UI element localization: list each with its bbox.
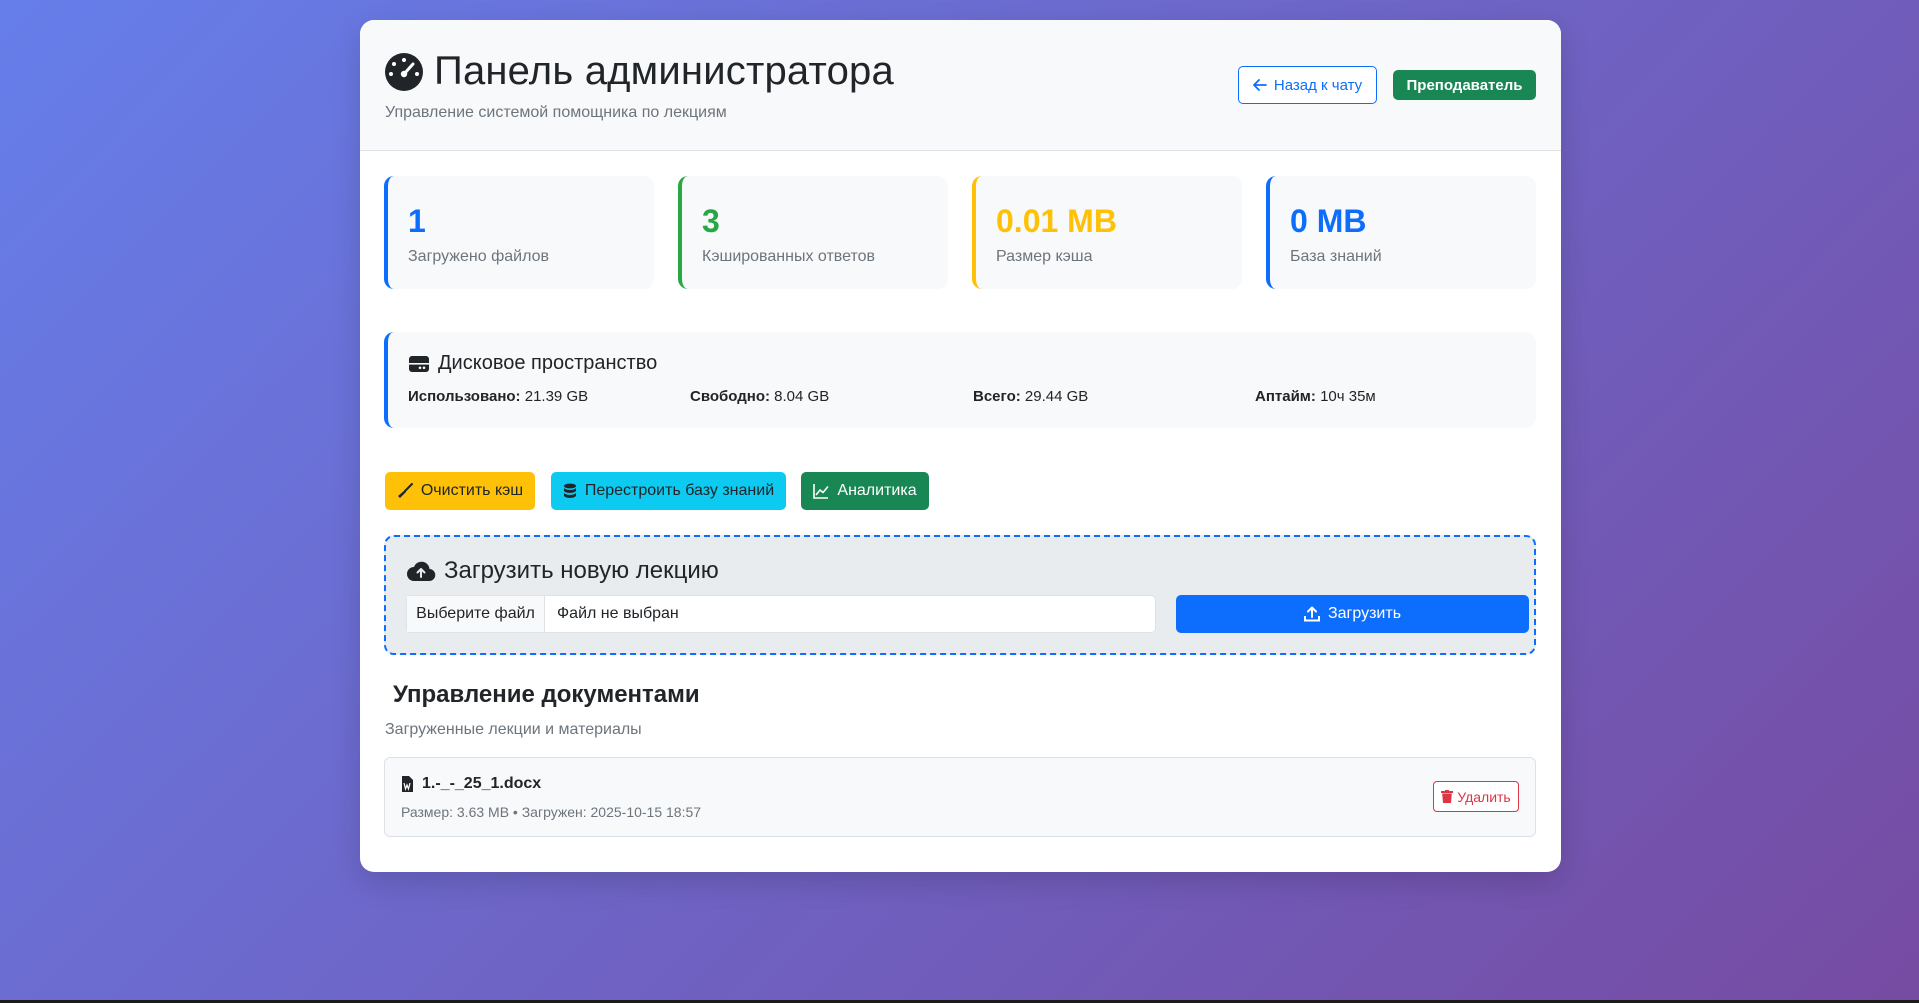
graph-up-icon: [813, 484, 830, 499]
analytics-button[interactable]: Аналитика: [801, 472, 929, 510]
speedometer-icon: [385, 52, 423, 91]
back-to-chat-button[interactable]: Назад к чату: [1238, 66, 1377, 104]
stat-value: 0.01 MB: [996, 203, 1117, 239]
disk-free: Свободно: 8.04 GB: [690, 388, 830, 405]
choose-file-button[interactable]: Выберите файл: [407, 596, 545, 632]
page-title-row: Панель администратора: [384, 49, 894, 94]
document-meta: Размер: 3.63 MB • Загружен: 2025-10-15 1…: [401, 804, 702, 820]
stat-card-cached-answers: 3 Кэшированных ответов: [678, 176, 948, 289]
file-input[interactable]: Выберите файл Файл не выбран: [406, 595, 1156, 633]
arrow-left-icon: [1252, 79, 1267, 91]
broom-icon: [397, 483, 413, 498]
stat-label: Кэшированных ответов: [702, 248, 875, 265]
documents-title: Управление документами: [393, 681, 700, 708]
disk-uptime: Аптайм: 10ч 35м: [1255, 388, 1376, 405]
stat-label: Размер кэша: [996, 248, 1093, 265]
stat-card-files: 1 Загружено файлов: [384, 176, 654, 289]
page-subtitle: Управление системой помощника по лекциям: [385, 104, 727, 121]
document-list-item: 1.-_-_25_1.docx Размер: 3.63 MB • Загруж…: [384, 757, 1536, 837]
file-status-text: Файл не выбран: [557, 605, 679, 622]
hdd-icon: [409, 355, 429, 372]
page-title: Панель администратора: [434, 49, 894, 93]
trash-icon: [1441, 790, 1454, 803]
upload-title-text: Загрузить новую лекцию: [444, 557, 719, 584]
rebuild-knowledge-base-button[interactable]: Перестроить базу знаний: [551, 472, 786, 510]
stat-label: Загружено файлов: [408, 248, 549, 265]
stat-label: База знаний: [1290, 248, 1382, 265]
document-name-row: 1.-_-_25_1.docx: [401, 775, 541, 793]
disk-space-card: Дисковое пространство Использовано: 21.3…: [384, 332, 1536, 428]
cloud-upload-icon: [407, 561, 436, 582]
upload-icon: [1303, 606, 1320, 622]
upload-submit-button[interactable]: Загрузить: [1176, 595, 1529, 633]
admin-panel: Панель администратора Управление системо…: [360, 20, 1561, 872]
back-to-chat-label: Назад к чату: [1273, 76, 1363, 94]
disk-used: Использовано: 21.39 GB: [408, 388, 589, 405]
disk-total: Всего: 29.44 GB: [973, 388, 1089, 405]
documents-subtitle: Загруженные лекции и материалы: [385, 721, 642, 738]
role-badge: Преподаватель: [1393, 70, 1536, 100]
upload-section: Загрузить новую лекцию Выберите файл Фай…: [384, 535, 1536, 655]
delete-document-button[interactable]: Удалить: [1433, 781, 1519, 812]
disk-space-title-text: Дисковое пространство: [438, 352, 658, 374]
stat-value: 0 MB: [1290, 203, 1367, 239]
file-word-icon: [402, 776, 413, 792]
disk-space-title: Дисковое пространство: [408, 352, 657, 375]
upload-title: Загрузить новую лекцию: [406, 557, 719, 585]
stat-value: 3: [702, 203, 720, 239]
database-icon: [563, 483, 576, 498]
document-name: 1.-_-_25_1.docx: [422, 775, 542, 792]
stat-value: 1: [408, 203, 426, 239]
stat-card-cache-size: 0.01 MB Размер кэша: [972, 176, 1242, 289]
stat-card-knowledge-base: 0 MB База знаний: [1266, 176, 1536, 289]
panel-header: Панель администратора Управление системо…: [360, 20, 1561, 151]
clear-cache-button[interactable]: Очистить кэш: [385, 472, 535, 510]
